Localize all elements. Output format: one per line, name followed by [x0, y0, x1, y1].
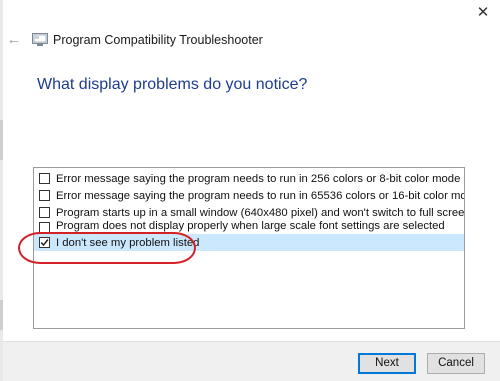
option-label: Error message saying the program needs t…	[56, 172, 461, 185]
back-button[interactable]: ←	[4, 30, 24, 50]
option-label: Program does not display properly when l…	[56, 221, 445, 232]
edge-segment	[0, 300, 3, 330]
option-large-font[interactable]: Program does not display properly when l…	[34, 221, 464, 233]
next-button[interactable]: Next	[358, 353, 416, 374]
troubleshooter-app-icon	[32, 33, 48, 47]
option-checkbox[interactable]	[39, 222, 50, 233]
option-not-listed[interactable]: I don't see my problem listed	[34, 234, 464, 251]
problem-options-list[interactable]: Error message saying the program needs t…	[33, 167, 465, 329]
edge-segment	[0, 120, 3, 160]
page-heading: What display problems do you notice?	[37, 76, 308, 93]
option-label: Program starts up in a small window (640…	[56, 206, 465, 219]
option-checkbox[interactable]	[39, 207, 50, 218]
option-small-window[interactable]: Program starts up in a small window (640…	[34, 204, 464, 221]
option-checkbox-checked[interactable]	[39, 237, 50, 248]
window-title: Program Compatibility Troubleshooter	[53, 33, 263, 47]
option-label: I don't see my problem listed	[56, 236, 200, 249]
footer-bar	[3, 341, 500, 381]
checkmark-icon	[40, 239, 49, 247]
cancel-button[interactable]: Cancel	[427, 353, 485, 374]
option-checkbox[interactable]	[39, 190, 50, 201]
option-checkbox[interactable]	[39, 173, 50, 184]
close-button[interactable]: ✕	[468, 2, 498, 24]
back-arrow-icon: ←	[6, 31, 22, 48]
option-label: Error message saying the program needs t…	[56, 189, 465, 202]
option-256-colors[interactable]: Error message saying the program needs t…	[34, 170, 464, 187]
window-left-edge	[0, 0, 3, 381]
close-icon: ✕	[476, 4, 490, 21]
option-65536-colors[interactable]: Error message saying the program needs t…	[34, 187, 464, 204]
